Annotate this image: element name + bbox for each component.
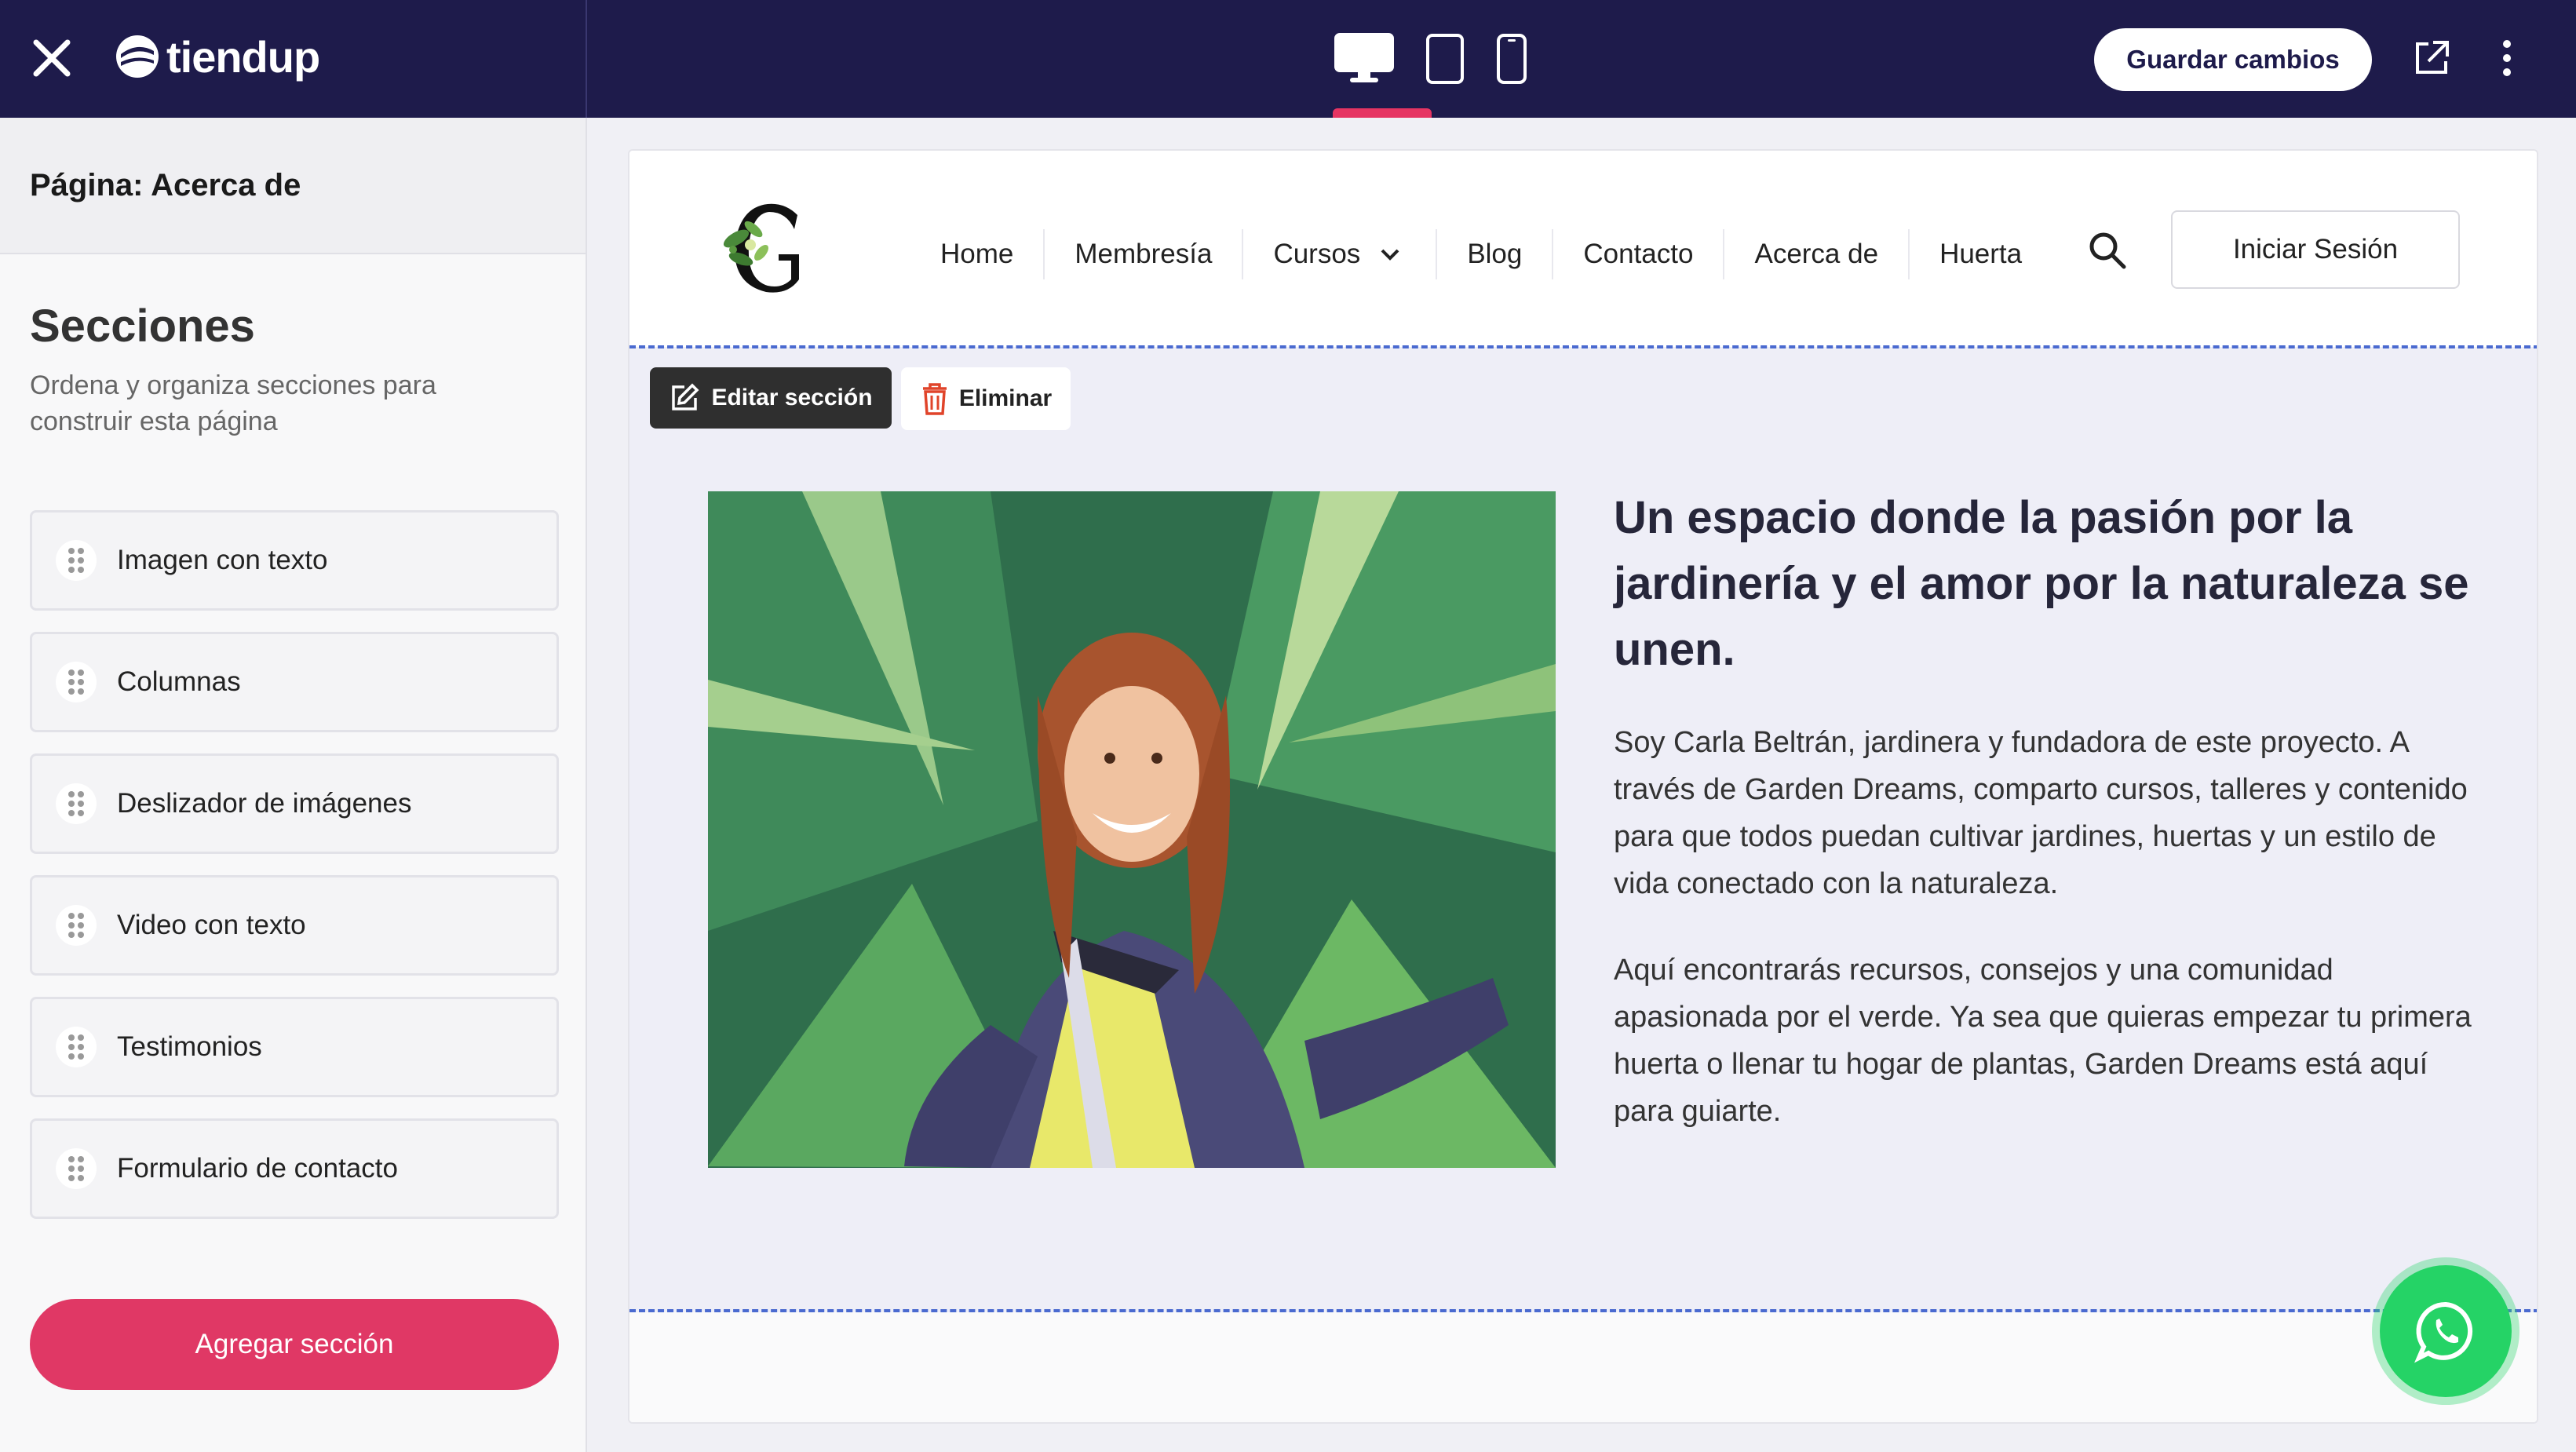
tablet-icon bbox=[1426, 34, 1464, 84]
section-item-label: Deslizador de imágenes bbox=[117, 788, 412, 819]
nav-huerta-label: Huerta bbox=[1939, 239, 2023, 269]
mobile-view-button[interactable] bbox=[1496, 33, 1527, 85]
section-item[interactable]: Testimonios bbox=[30, 997, 559, 1097]
tiendup-logo-icon bbox=[116, 35, 159, 78]
section-outline-bottom bbox=[629, 1309, 2537, 1312]
section-item-label: Video con texto bbox=[117, 910, 306, 940]
sections-list: Imagen con texto Columnas Deslizador de … bbox=[30, 510, 559, 1240]
top-bar-left: tiendup bbox=[0, 0, 587, 118]
tiendup-logo: tiendup bbox=[115, 28, 320, 85]
nav-cursos-label: Cursos bbox=[1273, 239, 1361, 269]
drag-handle-icon[interactable] bbox=[56, 540, 97, 581]
top-bar: tiendup Guardar cambios bbox=[0, 0, 2576, 118]
nav-membresia[interactable]: Membresía bbox=[1045, 229, 1244, 279]
brand-name: tiendup bbox=[166, 31, 320, 82]
section-paragraph: Aquí encontrarás recursos, consejos y un… bbox=[1614, 954, 2472, 1128]
trash-icon bbox=[922, 383, 947, 415]
section-item[interactable]: Imagen con texto bbox=[30, 510, 559, 611]
delete-section-button[interactable]: Eliminar bbox=[901, 367, 1071, 430]
nav-acerca-de-label: Acerca de bbox=[1754, 239, 1879, 269]
nav-contacto-label: Contacto bbox=[1583, 239, 1694, 269]
nav-huerta[interactable]: Huerta bbox=[1910, 229, 2052, 279]
section-outline-top bbox=[629, 345, 2537, 348]
active-device-indicator bbox=[1333, 108, 1432, 118]
section-item[interactable]: Deslizador de imágenes bbox=[30, 753, 559, 854]
nav-blog-label: Blog bbox=[1467, 239, 1523, 269]
chevron-down-icon bbox=[1381, 249, 1399, 261]
site-header: Home Membresía Cursos Blog Contacto Acer… bbox=[629, 151, 2537, 347]
delete-section-label: Eliminar bbox=[958, 385, 1053, 411]
desktop-icon bbox=[1334, 33, 1394, 82]
close-icon[interactable] bbox=[28, 35, 75, 82]
edit-icon bbox=[672, 383, 699, 410]
tablet-view-button[interactable] bbox=[1425, 33, 1465, 85]
section-paragraph: Soy Carla Beltrán, jardinera y fundadora… bbox=[1614, 726, 2468, 900]
nav-cursos[interactable]: Cursos bbox=[1243, 229, 1438, 279]
search-icon[interactable] bbox=[2085, 228, 2132, 275]
sections-title: Secciones bbox=[30, 301, 255, 352]
founder-photo bbox=[708, 491, 1556, 1168]
site-nav: Home Membresía Cursos Blog Contacto Acer… bbox=[910, 223, 2052, 286]
drag-handle-icon[interactable] bbox=[56, 662, 97, 702]
drag-handle-icon[interactable] bbox=[56, 905, 97, 946]
desktop-view-button[interactable] bbox=[1334, 33, 1394, 85]
nav-home-label: Home bbox=[940, 239, 1014, 269]
page-label: Página: Acerca de bbox=[0, 118, 586, 254]
sections-description: Ordena y organiza secciones para constru… bbox=[30, 370, 436, 436]
section-item-label: Columnas bbox=[117, 666, 241, 697]
whatsapp-icon bbox=[2414, 1301, 2473, 1363]
external-link-icon[interactable] bbox=[2410, 36, 2454, 80]
drag-handle-icon[interactable] bbox=[56, 1027, 97, 1067]
nav-home[interactable]: Home bbox=[910, 229, 1045, 279]
whatsapp-button[interactable] bbox=[2380, 1265, 2512, 1397]
sidebar: Página: Acerca de Secciones Ordena y org… bbox=[0, 118, 587, 1452]
nav-membresia-label: Membresía bbox=[1075, 239, 1213, 269]
more-options-icon[interactable] bbox=[2485, 36, 2529, 80]
drag-handle-icon[interactable] bbox=[56, 1148, 97, 1189]
add-section-button[interactable]: Agregar sección bbox=[30, 1299, 559, 1390]
section-item-label: Testimonios bbox=[117, 1031, 262, 1062]
device-switcher bbox=[1334, 24, 1527, 94]
nav-acerca-de[interactable]: Acerca de bbox=[1724, 229, 1910, 279]
mobile-icon bbox=[1497, 34, 1527, 84]
garden-logo[interactable] bbox=[710, 198, 826, 301]
next-section-area bbox=[629, 1312, 2537, 1422]
nav-blog[interactable]: Blog bbox=[1437, 229, 1554, 279]
section-item-label: Imagen con texto bbox=[117, 545, 328, 575]
save-changes-button[interactable]: Guardar cambios bbox=[2094, 28, 2372, 91]
drag-handle-icon[interactable] bbox=[56, 783, 97, 824]
section-headline: Un espacio donde la pasión por la jardin… bbox=[1614, 492, 2469, 675]
login-button[interactable]: Iniciar Sesión bbox=[2171, 210, 2460, 289]
section-item[interactable]: Columnas bbox=[30, 632, 559, 732]
edit-section-label: Editar sección bbox=[711, 385, 873, 410]
section-item[interactable]: Formulario de contacto bbox=[30, 1118, 559, 1219]
leaf-decoration-icon bbox=[723, 221, 768, 266]
section-item[interactable]: Video con texto bbox=[30, 875, 559, 976]
edit-section-button[interactable]: Editar sección bbox=[650, 367, 892, 429]
nav-contacto[interactable]: Contacto bbox=[1553, 229, 1725, 279]
section-item-label: Formulario de contacto bbox=[117, 1153, 398, 1184]
preview-canvas: Home Membresía Cursos Blog Contacto Acer… bbox=[628, 149, 2538, 1424]
